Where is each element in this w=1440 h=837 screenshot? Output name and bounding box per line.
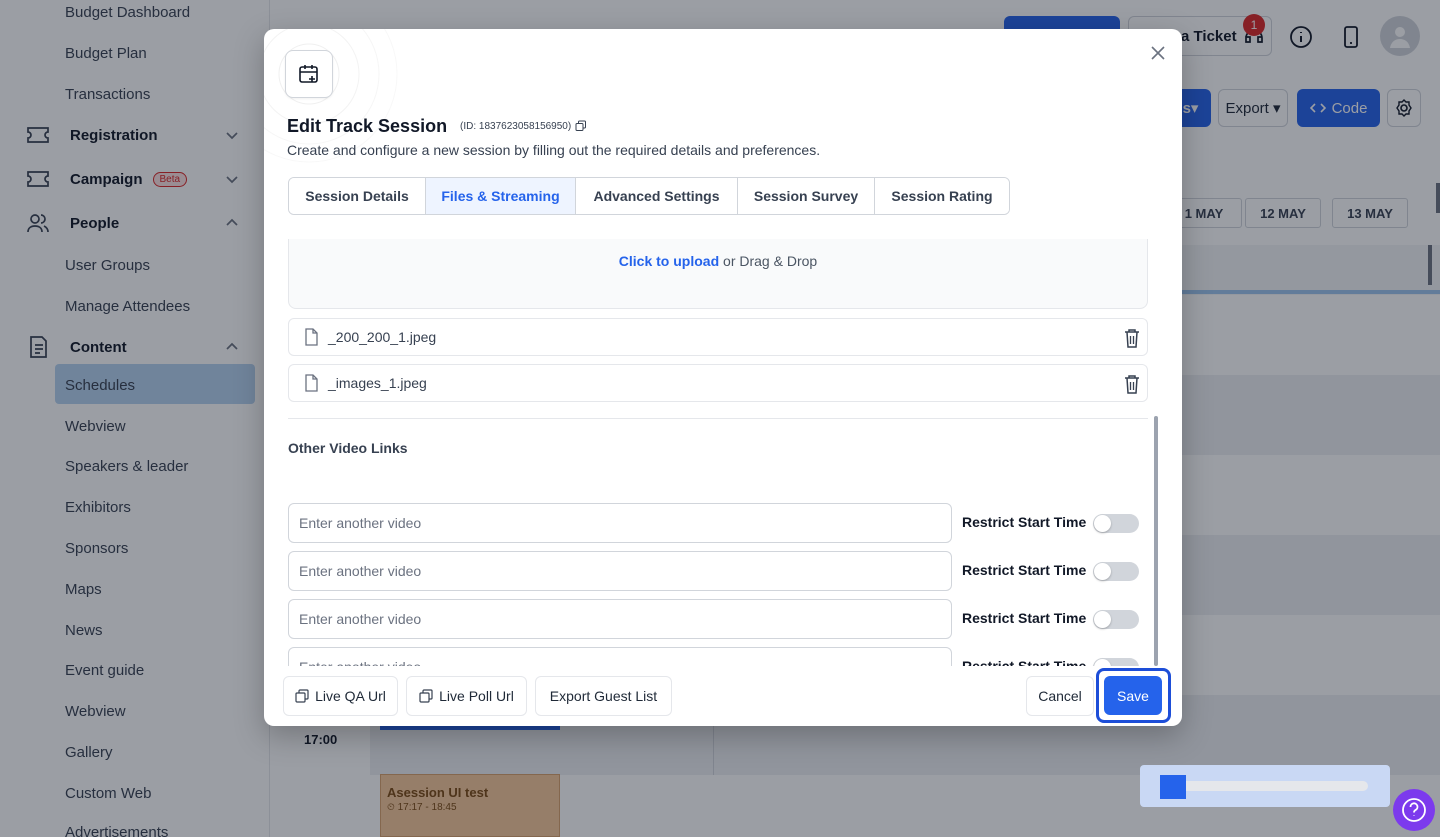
video-link-row: Restrict Start Time <box>288 599 1148 639</box>
file-icon <box>305 374 318 392</box>
files-streaming-panel: Click to upload or Drag & Drop _200_200_… <box>264 239 1182 666</box>
trash-icon[interactable] <box>1123 328 1141 348</box>
video-link-input[interactable] <box>288 647 952 666</box>
video-link-row: Restrict Start Time <box>288 503 1148 543</box>
live-poll-url-button[interactable]: Live Poll Url <box>406 676 527 716</box>
tab-session-survey[interactable]: Session Survey <box>738 178 875 214</box>
toggle-knob <box>1094 515 1111 532</box>
other-video-links-label: Other Video Links <box>288 440 408 456</box>
toggle-knob <box>1094 611 1111 628</box>
video-link-row: Restrict Start Time <box>288 647 1148 666</box>
file-name: _200_200_1.jpeg <box>328 329 437 345</box>
video-link-input[interactable] <box>288 551 952 591</box>
restrict-start-time-label: Restrict Start Time <box>962 514 1087 530</box>
file-name: _images_1.jpeg <box>328 375 427 391</box>
restrict-start-time-toggle[interactable] <box>1093 610 1139 629</box>
progress-panel <box>1140 765 1390 807</box>
restrict-start-time-label: Restrict Start Time <box>962 562 1087 578</box>
help-icon <box>1402 798 1426 822</box>
toggle-knob <box>1094 659 1111 666</box>
progress-indicator <box>1160 775 1186 799</box>
toggle-knob <box>1094 563 1111 580</box>
export-guest-list-button[interactable]: Export Guest List <box>535 676 672 716</box>
modal-scrollbar[interactable] <box>1154 416 1158 666</box>
upload-dropzone[interactable]: Click to upload or Drag & Drop <box>288 239 1148 309</box>
copy-icon <box>295 689 309 703</box>
copy-icon[interactable] <box>575 120 587 132</box>
calendar-plus-icon <box>285 50 333 98</box>
tab-advanced-settings[interactable]: Advanced Settings <box>576 178 738 214</box>
file-icon <box>305 328 318 346</box>
modal-title: Edit Track Session <box>287 116 448 136</box>
tab-files-streaming[interactable]: Files & Streaming <box>426 178 576 214</box>
modal-tabs: Session Details Files & Streaming Advanc… <box>288 177 1010 215</box>
restrict-start-time-label: Restrict Start Time <box>962 658 1087 666</box>
help-button[interactable] <box>1393 789 1435 831</box>
file-item: _200_200_1.jpeg <box>288 318 1148 356</box>
live-qa-url-button[interactable]: Live QA Url <box>283 676 398 716</box>
restrict-start-time-label: Restrict Start Time <box>962 610 1087 626</box>
file-item: _images_1.jpeg <box>288 364 1148 402</box>
video-link-input[interactable] <box>288 503 952 543</box>
section-divider <box>288 418 1148 419</box>
progress-track <box>1160 781 1368 791</box>
save-button[interactable]: Save <box>1104 676 1162 715</box>
video-link-input[interactable] <box>288 599 952 639</box>
tab-session-rating[interactable]: Session Rating <box>875 178 1009 214</box>
video-link-row: Restrict Start Time <box>288 551 1148 591</box>
restrict-start-time-toggle[interactable] <box>1093 658 1139 666</box>
restrict-start-time-toggle[interactable] <box>1093 514 1139 533</box>
modal-subtitle: Create and configure a new session by fi… <box>287 142 821 158</box>
restrict-start-time-toggle[interactable] <box>1093 562 1139 581</box>
drag-drop-text: or Drag & Drop <box>719 253 818 269</box>
session-id: (ID: 1837623058156950) <box>460 120 587 132</box>
close-icon[interactable] <box>1148 43 1168 63</box>
copy-icon <box>419 689 433 703</box>
click-to-upload-link[interactable]: Click to upload <box>619 253 719 269</box>
cancel-button[interactable]: Cancel <box>1026 676 1094 716</box>
tab-session-details[interactable]: Session Details <box>289 178 426 214</box>
edit-track-session-modal: Edit Track Session (ID: 1837623058156950… <box>264 29 1182 726</box>
trash-icon[interactable] <box>1123 374 1141 394</box>
